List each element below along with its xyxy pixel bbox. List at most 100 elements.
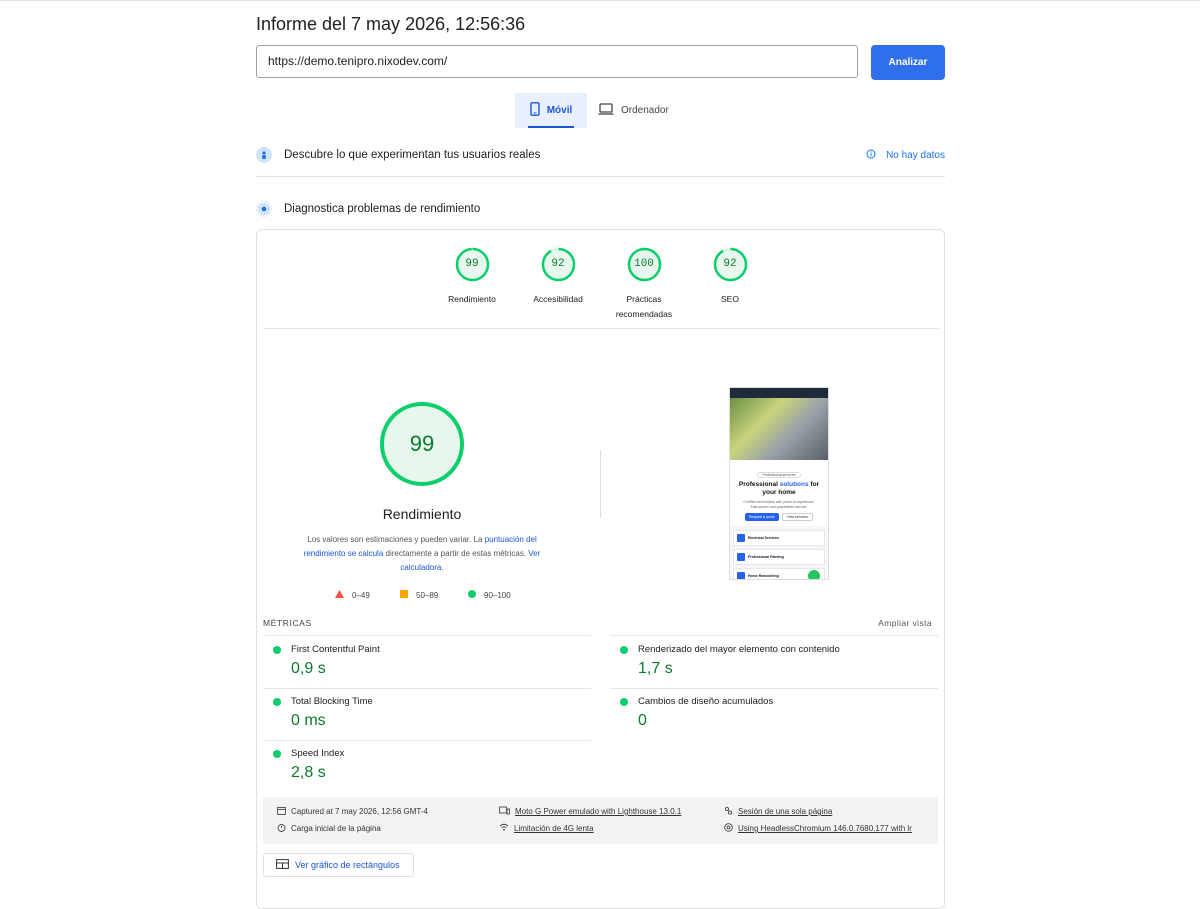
load-type: Carga inicial de la página — [277, 823, 381, 834]
service-name: Professional Painting — [748, 555, 784, 559]
treemap-button[interactable]: Ver gráfico de rectángulos — [263, 853, 414, 877]
service-icon — [737, 572, 745, 579]
diagnose-icon — [256, 201, 272, 217]
score-value: 100 — [634, 258, 654, 270]
treemap-button-label: Ver gráfico de rectángulos — [295, 860, 400, 870]
top-border — [0, 0, 1200, 1]
expand-view-toggle[interactable]: Ampliar vista — [878, 618, 932, 628]
screenshot-service-item: Electrical Services — [733, 530, 825, 546]
score-gauge[interactable]: 99 Rendimiento — [427, 247, 517, 307]
score-label: Rendimiento — [448, 294, 496, 304]
emulated-device-label: Moto G Power emulado with Lighthouse 13.… — [515, 807, 682, 816]
metric-name: Renderizado del mayor elemento con conte… — [638, 644, 840, 655]
no-data-label: No hay datos — [886, 149, 945, 161]
metric-fcp: First Contentful Paint 0,9 s — [263, 644, 591, 678]
screenshot-hero-image — [730, 398, 828, 460]
field-data-label: Descubre lo que experimentan tus usuario… — [284, 149, 541, 161]
score-label: Accesibilidad — [533, 294, 583, 304]
laptop-icon — [598, 103, 614, 118]
screenshot-primary-button: Request a quote — [744, 513, 779, 521]
metrics-divider — [263, 688, 591, 689]
field-data-section[interactable]: Descubre lo que experimentan tus usuario… — [256, 146, 945, 164]
performance-score: 99 — [409, 431, 435, 456]
legend-fail: 0–49 — [335, 590, 370, 600]
score-ring: 92 — [713, 247, 748, 282]
screenshot-services: Electrical Services Professional Paintin… — [730, 526, 828, 579]
metrics-heading: MÉTRICAS — [263, 618, 312, 628]
emulated-device[interactable]: Moto G Power emulado with Lighthouse 13.… — [499, 806, 681, 817]
metric-value: 2,8 s — [291, 764, 326, 781]
screenshot-hero: Professional services Professional solut… — [730, 460, 828, 521]
score-gauge[interactable]: 92 Accesibilidad — [513, 247, 603, 307]
performance-description: Los valores son estimaciones y pueden va… — [292, 533, 552, 575]
smartphone-icon — [530, 102, 540, 119]
metric-value: 0,9 s — [291, 660, 326, 677]
network-throttling-label: Limitación de 4G lenta — [514, 823, 594, 833]
metric-value: 0 — [638, 712, 647, 729]
metric-name: Speed Index — [291, 748, 345, 759]
timer-icon — [277, 823, 286, 834]
performance-gauge: 99 — [379, 401, 465, 487]
score-label: SEO — [721, 294, 739, 304]
metric-name: Cambios de diseño acumulados — [638, 696, 774, 707]
service-name: Electrical Services — [748, 536, 779, 540]
score-ring: 100 — [627, 247, 662, 282]
page-screenshot[interactable]: Professional services Professional solut… — [729, 387, 829, 580]
screenshot-service-item: Home Remodeling — [733, 568, 825, 579]
screenshot-buttons: Request a quote View services — [734, 513, 824, 521]
metrics-divider — [610, 688, 938, 689]
screenshot-navbar — [730, 388, 828, 398]
metrics-divider — [263, 740, 591, 741]
pass-dot — [273, 749, 281, 758]
browser-version-label: Using HeadlessChromium 146.0.7680.177 wi… — [738, 824, 912, 833]
tab-desktop[interactable]: Ordenador — [598, 93, 669, 128]
metric-name: Total Blocking Time — [291, 696, 373, 707]
score-value: 92 — [723, 258, 737, 270]
tab-mobile[interactable]: Móvil — [515, 93, 587, 128]
desc-text-3: . — [441, 563, 444, 572]
metric-name: First Contentful Paint — [291, 644, 380, 655]
no-data-indicator[interactable]: No hay datos — [866, 149, 945, 162]
gauges-divider — [263, 328, 940, 329]
network-throttling[interactable]: Limitación de 4G lenta — [499, 823, 594, 833]
score-gauge[interactable]: 92 SEO — [685, 247, 775, 307]
pass-dot — [273, 645, 281, 654]
metric-tbt: Total Blocking Time 0 ms — [263, 696, 591, 730]
service-icon — [737, 534, 745, 542]
treemap-icon — [276, 859, 289, 871]
metric-value: 0 ms — [291, 712, 326, 729]
score-ring: 99 — [455, 247, 490, 282]
users-icon — [256, 147, 272, 163]
whatsapp-icon — [808, 570, 820, 579]
session-type-label: Sesión de una sola página — [738, 807, 833, 816]
performance-title: Rendimiento — [382, 506, 462, 522]
screenshot-badge: Professional services — [757, 472, 801, 478]
load-type-label: Carga inicial de la página — [291, 824, 381, 833]
section-divider — [256, 176, 945, 177]
session-type[interactable]: Sesión de una sola página — [724, 806, 832, 817]
session-icon — [724, 806, 733, 817]
analyze-button[interactable]: Analizar — [871, 45, 945, 80]
report-title: Informe del 7 may 2026, 12:56:36 — [256, 14, 526, 34]
screenshot-headline-accent: solutions — [779, 481, 809, 488]
score-label: Prácticas recomendadas — [615, 294, 673, 319]
capture-time-label: Captured at 7 may 2026, 12:56 GMT-4 — [291, 807, 428, 816]
url-input[interactable]: https://demo.tenipro.nixodev.com/ — [256, 45, 858, 78]
pass-dot — [620, 645, 628, 654]
chrome-icon — [724, 823, 733, 834]
tab-active-indicator — [528, 126, 574, 128]
score-value: 99 — [465, 258, 479, 270]
metric-speed-index: Speed Index 2,8 s — [263, 748, 591, 782]
devices-icon — [499, 806, 510, 817]
score-gauge[interactable]: 100 Prácticas recomendadas — [599, 247, 689, 322]
screenshot-subtitle: Certified technicians with years of expe… — [743, 500, 815, 509]
desc-text-2: directamente a partir de estas métricas. — [385, 549, 527, 558]
metric-lcp: Renderizado del mayor elemento con conte… — [610, 644, 938, 678]
legend-average: 50–89 — [400, 590, 438, 600]
service-name: Home Remodeling — [748, 574, 779, 578]
screenshot-service-item: Professional Painting — [733, 549, 825, 565]
screenshot-headline-1: Professional — [738, 481, 778, 488]
browser-version[interactable]: Using HeadlessChromium 146.0.7680.177 wi… — [724, 823, 912, 834]
score-ring: 92 — [541, 247, 576, 282]
run-info-panel: Captured at 7 may 2026, 12:56 GMT-4 Carg… — [263, 797, 938, 844]
